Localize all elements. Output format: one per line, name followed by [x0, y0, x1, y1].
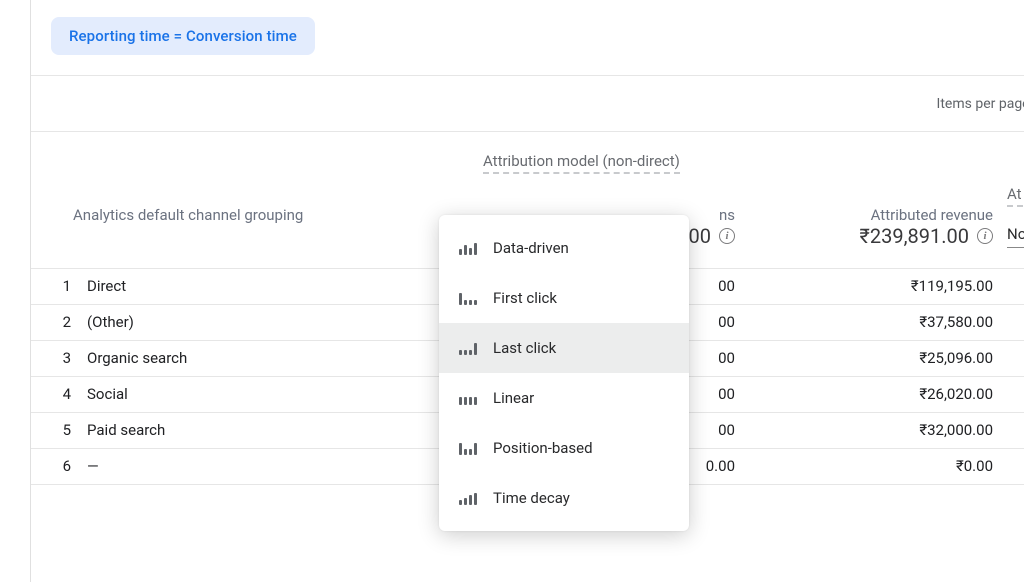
filter-chip-area: Reporting time = Conversion time	[31, 0, 1024, 75]
row-revenue: ₹119,195.00	[749, 268, 1007, 304]
attribution-option-position[interactable]: Position-based	[439, 423, 689, 473]
option-label: First click	[493, 289, 557, 307]
dimension-header[interactable]: Analytics default channel grouping	[31, 194, 469, 224]
info-icon[interactable]: i	[719, 228, 735, 244]
option-label: Time decay	[493, 489, 570, 507]
row-revenue: ₹0.00	[749, 448, 1007, 484]
attribution-model-value-abbrev[interactable]: No	[1007, 225, 1024, 248]
attribution-model-selector-left[interactable]: Attribution model (non-direct)	[483, 152, 680, 174]
bars-icon	[459, 441, 477, 455]
attribution-header-row: Attribution model (non-direct)	[31, 132, 1024, 194]
row-revenue: ₹37,580.00	[749, 304, 1007, 340]
row-revenue: ₹25,096.00	[749, 340, 1007, 376]
row-index: 4	[31, 376, 79, 412]
revenue-total: ₹239,891.00	[860, 224, 969, 248]
row-channel: (Other)	[79, 304, 469, 340]
conversions-total: 00	[689, 224, 711, 248]
attribution-model-dropdown[interactable]: Data-driven First click Last click Linear Po…	[439, 215, 689, 531]
row-revenue: ₹32,000.00	[749, 412, 1007, 448]
bars-icon	[459, 391, 477, 405]
option-label: Last click	[493, 339, 556, 357]
attribution-model-selector-right-peek: At No	[1007, 163, 1024, 253]
attribution-model-label-abbrev[interactable]: At	[1007, 185, 1024, 207]
row-index: 6	[31, 448, 79, 484]
attribution-option-last[interactable]: Last click	[439, 323, 689, 373]
filter-chip[interactable]: Reporting time = Conversion time	[51, 17, 315, 55]
page: Reporting time = Conversion time Items p…	[0, 0, 1024, 582]
row-channel: Organic search	[79, 340, 469, 376]
row-revenue: ₹26,020.00	[749, 376, 1007, 412]
attribution-option-data-driven[interactable]: Data-driven	[439, 223, 689, 273]
bars-icon	[459, 241, 477, 255]
info-icon[interactable]: i	[977, 228, 993, 244]
row-channel: Social	[79, 376, 469, 412]
bars-icon	[459, 491, 477, 505]
attribution-option-time[interactable]: Time decay	[439, 473, 689, 523]
items-per-page-label: Items per page:	[937, 96, 1024, 112]
row-index: 3	[31, 340, 79, 376]
pagination-row: Items per page:	[31, 76, 1024, 132]
row-channel: Direct	[79, 268, 469, 304]
row-channel: —	[79, 448, 469, 484]
row-index: 1	[31, 268, 79, 304]
option-label: Linear	[493, 389, 534, 407]
bars-icon	[459, 291, 477, 305]
row-index: 2	[31, 304, 79, 340]
attribution-option-linear[interactable]: Linear	[439, 373, 689, 423]
row-index: 5	[31, 412, 79, 448]
attribution-option-first[interactable]: First click	[439, 273, 689, 323]
option-label: Position-based	[493, 439, 593, 457]
option-label: Data-driven	[493, 239, 569, 257]
revenue-header[interactable]: Attributed revenue	[749, 194, 1007, 224]
row-channel: Paid search	[79, 412, 469, 448]
bars-icon	[459, 341, 477, 355]
